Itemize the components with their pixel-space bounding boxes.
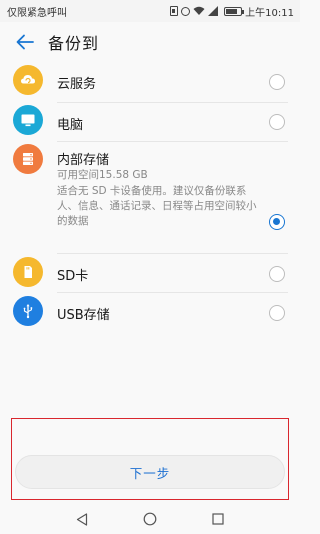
- available-space: 可用空间15.58 GB: [57, 169, 148, 181]
- carrier-text: 仅限紧急呼叫: [7, 7, 67, 19]
- arrow-left-icon[interactable]: [10, 27, 40, 57]
- storage-icon: [13, 144, 43, 174]
- header: 备份到: [0, 22, 300, 62]
- radio-pc[interactable]: [269, 114, 285, 130]
- alarm-icon: [181, 6, 191, 16]
- next-button[interactable]: 下一步: [15, 455, 285, 489]
- option-cloud[interactable]: 云服务: [0, 62, 300, 103]
- radio-usb[interactable]: [269, 305, 285, 321]
- battery-icon: [224, 6, 245, 16]
- option-sd[interactable]: SD卡: [0, 254, 300, 293]
- option-usb[interactable]: USB存储: [0, 293, 300, 333]
- status-time: 上午10:11: [245, 7, 294, 19]
- triangle-back-icon[interactable]: [74, 511, 90, 527]
- cloud-sync-icon: [13, 65, 43, 95]
- radio-cloud[interactable]: [269, 74, 285, 90]
- option-internal[interactable]: 内部存储 可用空间15.58 GB 适合无 SD 卡设备使用。建议仅备份联系人、…: [0, 142, 300, 254]
- page-title: 备份到: [48, 34, 100, 53]
- nav-bar: [0, 504, 300, 534]
- status-bar: 仅限紧急呼叫 上午10:11: [0, 0, 300, 22]
- option-pc[interactable]: 电脑: [0, 103, 300, 142]
- wifi-icon: [193, 6, 205, 16]
- monitor-icon: [13, 105, 43, 135]
- usb-icon: [13, 296, 43, 326]
- square-recents-icon[interactable]: [210, 511, 226, 527]
- sd-card-icon: [13, 257, 43, 287]
- option-label: 电脑: [57, 118, 84, 133]
- option-label: USB存储: [57, 308, 110, 323]
- option-label: 内部存储: [57, 153, 110, 168]
- option-label: 云服务: [57, 77, 97, 92]
- option-label: SD卡: [57, 269, 89, 284]
- radio-internal[interactable]: [269, 214, 285, 230]
- signal-icon: [208, 6, 219, 16]
- vibrate-icon: [170, 6, 179, 16]
- circle-home-icon[interactable]: [142, 511, 158, 527]
- option-description: 适合无 SD 卡设备使用。建议仅备份联系人、信息、通话记录、日程等占用空间较小的…: [57, 185, 257, 227]
- radio-sd[interactable]: [269, 266, 285, 282]
